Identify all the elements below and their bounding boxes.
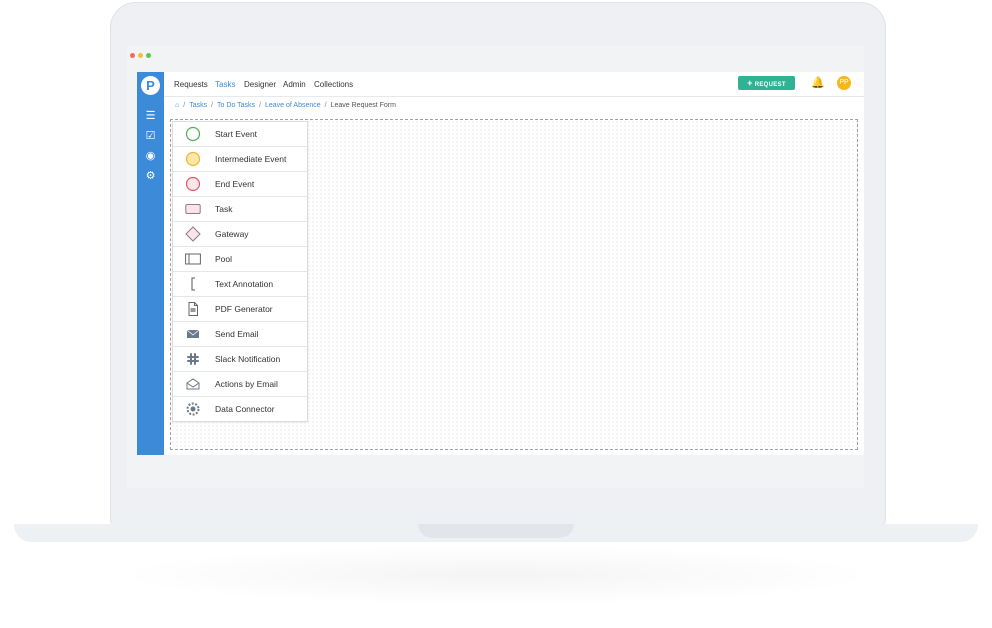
palette-item-end-event[interactable]: End Event: [173, 172, 307, 197]
intermediate-event-icon: [185, 151, 201, 167]
request-button-label: REQUEST: [754, 82, 786, 88]
new-request-button[interactable]: + REQUEST: [738, 76, 795, 90]
palette-item-actions-by-email[interactable]: Actions by Email: [173, 372, 307, 397]
maximize-window-button[interactable]: [146, 53, 151, 58]
palette-item-gateway[interactable]: Gateway: [173, 222, 307, 247]
sidebar: P ☰ ☑ ◉ ⚙: [137, 72, 164, 455]
palette-item-data-connector[interactable]: Data Connector: [173, 397, 307, 421]
breadcrumb-leave-of-absence[interactable]: Leave of Absence: [265, 102, 321, 109]
palette-item-intermediate-event[interactable]: Intermediate Event: [173, 147, 307, 172]
palette-item-label: Intermediate Event: [215, 154, 287, 164]
palette-item-send-email[interactable]: Send Email: [173, 322, 307, 347]
screen: P ☰ ☑ ◉ ⚙ Requests Tasks Designer Admin …: [127, 45, 864, 488]
close-window-button[interactable]: [130, 53, 135, 58]
minimize-window-button[interactable]: [138, 53, 143, 58]
breadcrumb: ⌂ / Tasks / To Do Tasks / Leave of Absence / Lea…: [175, 102, 396, 109]
home-icon[interactable]: ⌂: [175, 102, 179, 109]
palette-item-label: Data Connector: [215, 404, 275, 414]
nav-tasks[interactable]: Tasks: [215, 80, 235, 89]
nav-requests[interactable]: Requests: [174, 80, 208, 89]
user-circle-icon[interactable]: ◉: [137, 150, 164, 162]
checkbox-icon[interactable]: ☑: [137, 130, 164, 142]
notification-bell-icon[interactable]: 🔔: [811, 76, 825, 89]
gear-icon[interactable]: ⚙: [137, 170, 164, 182]
palette-item-label: Actions by Email: [215, 379, 278, 389]
palette-item-text-annotation[interactable]: Text Annotation: [173, 272, 307, 297]
plus-icon: +: [747, 78, 753, 88]
palette-item-label: PDF Generator: [215, 304, 273, 314]
palette-item-label: Pool: [215, 254, 233, 264]
pool-icon: [185, 253, 201, 265]
open-envelope-icon: [186, 378, 200, 390]
slack-icon: [187, 353, 199, 365]
nav-collections[interactable]: Collections: [314, 80, 353, 89]
palette-item-slack-notification[interactable]: Slack Notification: [173, 347, 307, 372]
breadcrumb-tasks[interactable]: Tasks: [189, 102, 207, 109]
window-titlebar: [127, 45, 864, 67]
laptop-shadow: [110, 545, 882, 605]
nav-designer[interactable]: Designer: [244, 80, 276, 89]
bpmn-palette: Start Event Intermediate Event End Event…: [172, 121, 308, 422]
end-event-icon: [185, 176, 201, 192]
nav-admin[interactable]: Admin: [283, 80, 306, 89]
list-icon[interactable]: ☰: [137, 110, 164, 122]
palette-item-label: Start Event: [215, 129, 258, 139]
palette-item-start-event[interactable]: Start Event: [173, 122, 307, 147]
laptop-notch: [418, 524, 574, 538]
start-event-icon: [185, 126, 201, 142]
palette-item-label: Text Annotation: [215, 279, 274, 289]
palette-item-label: Send Email: [215, 329, 259, 339]
gateway-icon: [185, 226, 201, 242]
user-avatar[interactable]: PP: [837, 76, 851, 90]
palette-item-pool[interactable]: Pool: [173, 247, 307, 272]
app-window: P ☰ ☑ ◉ ⚙ Requests Tasks Designer Admin …: [137, 72, 864, 455]
envelope-icon: [186, 329, 200, 338]
top-navigation: Requests Tasks Designer Admin Collection…: [164, 72, 864, 97]
palette-item-label: Task: [215, 204, 233, 214]
breadcrumb-to-do-tasks[interactable]: To Do Tasks: [217, 102, 255, 109]
pdf-file-icon: [188, 302, 198, 316]
text-annotation-icon: [191, 277, 195, 291]
cog-icon: [186, 402, 200, 416]
palette-item-label: Slack Notification: [215, 354, 281, 364]
palette-item-task[interactable]: Task: [173, 197, 307, 222]
task-icon: [185, 204, 201, 214]
breadcrumb-current: Leave Request Form: [330, 102, 396, 109]
palette-item-label: Gateway: [215, 229, 249, 239]
palette-item-pdf-generator[interactable]: PDF Generator: [173, 297, 307, 322]
palette-item-label: End Event: [215, 179, 255, 189]
processmaker-logo[interactable]: P: [141, 76, 160, 95]
